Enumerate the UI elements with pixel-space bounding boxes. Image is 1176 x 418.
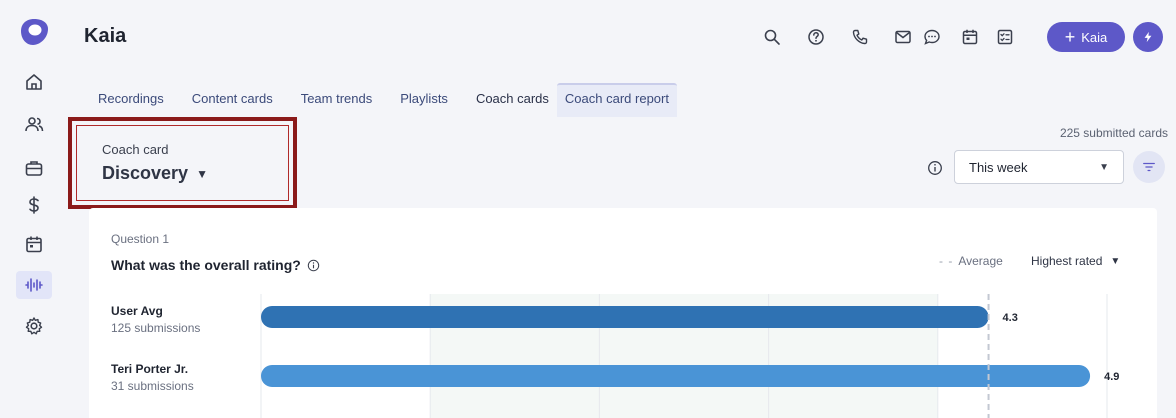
filter-icon: [1143, 162, 1155, 172]
rating-chart: 4.3 4.9: [260, 294, 1119, 418]
tasks-icon[interactable]: [996, 28, 1014, 46]
caret-down-icon: ▼: [1099, 161, 1109, 173]
question-title-row: What was the overall rating?: [111, 257, 320, 273]
tab-coach-card-report[interactable]: Coach card report: [556, 83, 677, 117]
filter-button[interactable]: [1133, 151, 1165, 183]
report-tabs: Recordings Content cards Team trends Pla…: [84, 83, 677, 117]
row-submissions-teri-porter: 31 submissions: [111, 379, 194, 393]
coach-card-value: Discovery: [102, 163, 189, 183]
info-icon[interactable]: [307, 259, 320, 272]
app-logo[interactable]: [18, 16, 50, 48]
rating-bar: [261, 306, 989, 328]
question-number: Question 1: [111, 232, 170, 246]
dashed-line-icon: - -: [939, 254, 954, 268]
help-icon[interactable]: [807, 28, 825, 46]
waveform-icon[interactable]: [16, 271, 52, 299]
chat-icon[interactable]: [923, 28, 941, 46]
dollar-icon[interactable]: [20, 191, 48, 219]
phone-icon[interactable]: [851, 28, 869, 46]
plus-icon: +: [1064, 27, 1076, 47]
tab-playlists[interactable]: Playlists: [386, 83, 462, 117]
period-value: This week: [969, 159, 1028, 175]
row-name-teri-porter: Teri Porter Jr.: [111, 362, 189, 376]
calendar-icon[interactable]: [20, 230, 48, 258]
question-card: 4.3 4.9 Question 1 What was the overall r…: [89, 208, 1157, 418]
period-select[interactable]: This week ▼: [954, 150, 1124, 184]
add-kaia-button[interactable]: + Kaia: [1047, 22, 1125, 52]
tab-team-trends[interactable]: Team trends: [287, 83, 387, 117]
briefcase-icon[interactable]: [20, 154, 48, 182]
search-icon[interactable]: [763, 28, 781, 46]
row-submissions-user-avg: 125 submissions: [111, 321, 201, 335]
sort-select[interactable]: Highest rated ▼: [1031, 254, 1120, 268]
coach-card-label: Coach card: [102, 142, 169, 157]
question-title: What was the overall rating?: [111, 257, 301, 273]
average-legend-label: Average: [958, 254, 1003, 268]
home-icon[interactable]: [20, 68, 48, 96]
bolt-button[interactable]: [1133, 22, 1163, 52]
tab-content-cards[interactable]: Content cards: [178, 83, 287, 117]
mail-icon[interactable]: [894, 28, 912, 46]
row-name-user-avg: User Avg: [111, 304, 163, 318]
calendar-icon[interactable]: [961, 28, 979, 46]
caret-down-icon: ▼: [1110, 255, 1121, 267]
bolt-icon: [1144, 31, 1152, 43]
kaia-button-label: Kaia: [1081, 29, 1108, 45]
coach-card-highlight: Coach card Discovery ▼: [68, 117, 297, 209]
bar-value-label: 4.3: [1003, 312, 1018, 324]
info-icon[interactable]: [927, 160, 943, 176]
rating-bar: [261, 365, 1091, 387]
gear-icon[interactable]: [20, 312, 48, 340]
bar-value-label: 4.9: [1104, 371, 1119, 383]
coach-card-select[interactable]: Discovery ▼: [102, 163, 208, 184]
sort-value: Highest rated: [1031, 254, 1103, 268]
sidebar: [0, 0, 68, 418]
page-title: Kaia: [84, 25, 127, 47]
caret-down-icon: ▼: [196, 166, 208, 181]
average-legend: - - Average: [939, 254, 1003, 268]
tab-coach-cards[interactable]: Coach cards: [462, 83, 557, 117]
tab-recordings[interactable]: Recordings: [84, 83, 178, 117]
submitted-count: 225 submitted cards: [1059, 126, 1168, 140]
people-icon[interactable]: [20, 111, 48, 139]
